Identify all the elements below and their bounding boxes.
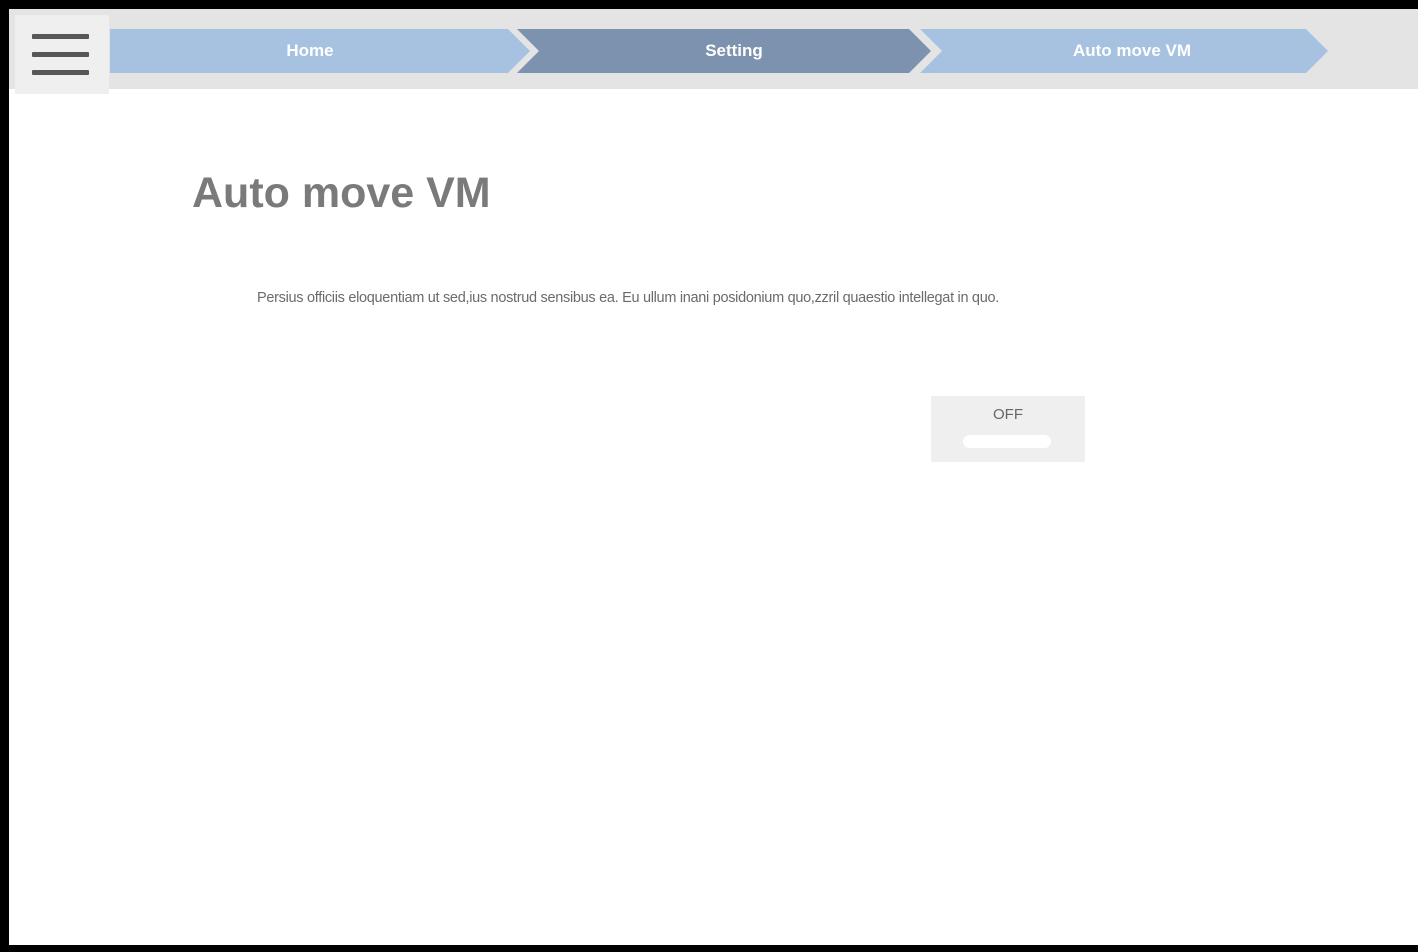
breadcrumb-home[interactable]: Home — [110, 29, 530, 73]
app-screen: Home Setting Auto move VM Auto move VM P… — [9, 9, 1418, 945]
toggle-state-label: OFF — [993, 406, 1023, 423]
menu-button[interactable] — [15, 15, 109, 94]
breadcrumb-auto-move-vm-label: Auto move VM — [1072, 41, 1192, 60]
page-description: Persius officiis eloquentiam ut sed,ius … — [257, 290, 999, 306]
auto-move-vm-toggle[interactable]: OFF — [931, 396, 1085, 462]
top-navigation-bar: Home Setting Auto move VM — [9, 9, 1418, 94]
breadcrumb-auto-move-vm[interactable]: Auto move VM — [920, 29, 1328, 73]
breadcrumb-setting[interactable]: Setting — [517, 29, 931, 73]
page-title: Auto move VM — [192, 169, 491, 217]
toggle-track — [963, 435, 1051, 448]
hamburger-line-top — [32, 34, 89, 39]
hamburger-line-middle — [32, 52, 89, 57]
breadcrumb-home-label: Home — [286, 41, 334, 60]
breadcrumb-setting-label: Setting — [705, 41, 763, 60]
hamburger-line-bottom — [32, 70, 89, 75]
window-frame: Home Setting Auto move VM Auto move VM P… — [0, 0, 1418, 952]
